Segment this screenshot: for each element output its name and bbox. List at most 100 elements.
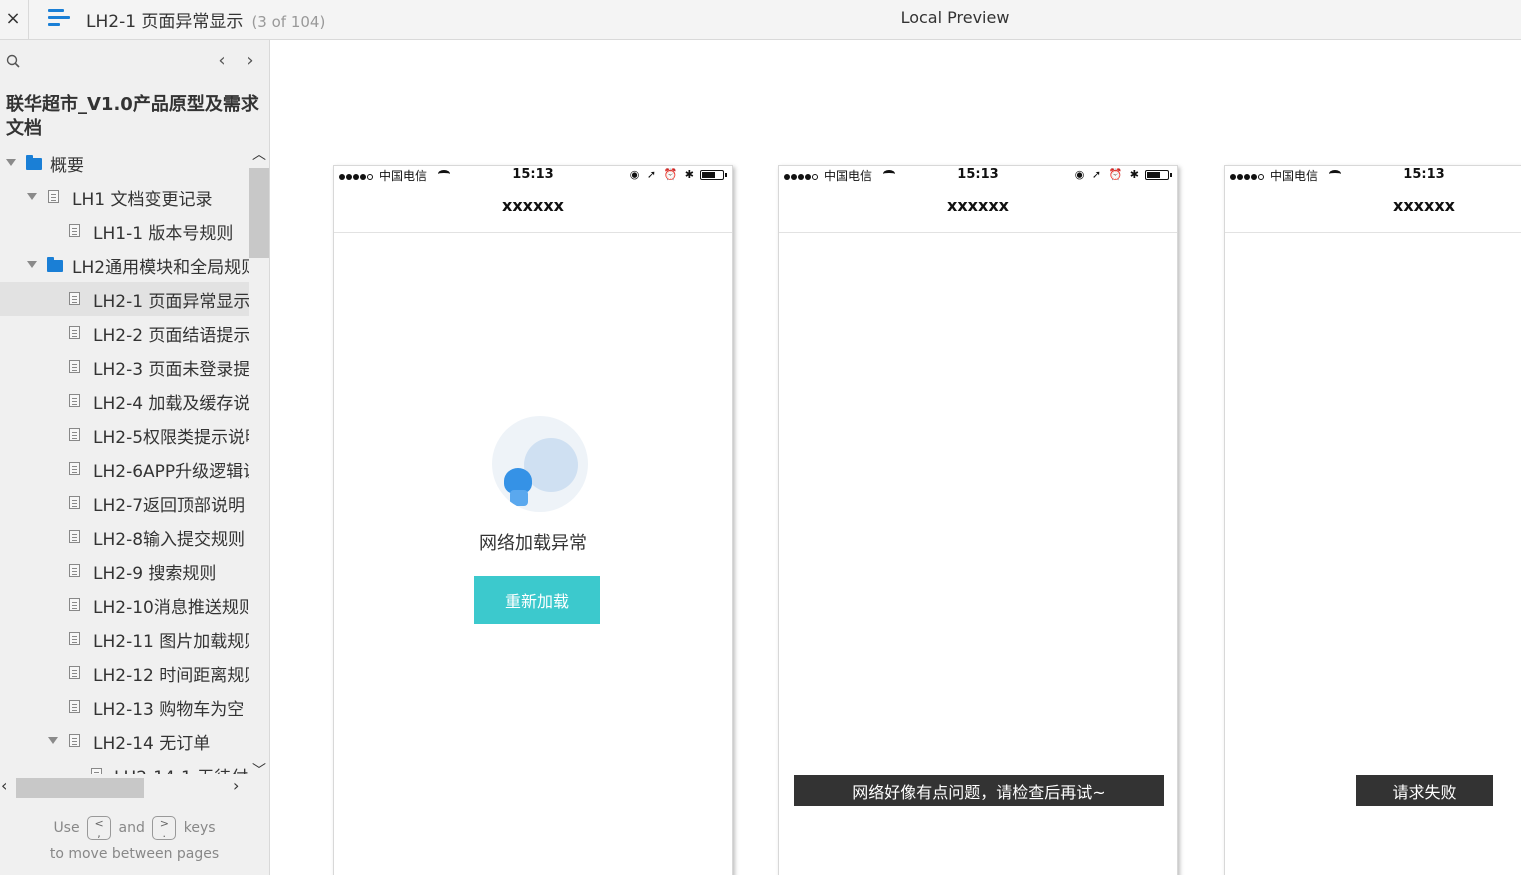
nav-title: xxxxxx — [502, 196, 564, 215]
status-icons: ◉ ➚ ⏰ ✱ — [629, 168, 696, 181]
status-bar: 中国电信 15:13 — [1225, 166, 1521, 184]
tree-item-label: LH2-4 加载及缓存说明 — [93, 394, 249, 414]
next-page-button[interactable]: › — [240, 50, 260, 72]
caret-down-icon[interactable] — [6, 159, 16, 166]
page-icon — [69, 292, 80, 305]
request-failed-toast: 请求失败 — [1356, 775, 1493, 806]
tree-item-lh2-10[interactable]: LH2-10消息推送规则 — [0, 588, 249, 622]
tree-item-lh2-1[interactable]: LH2-1 页面异常显示 — [0, 282, 249, 316]
previous-page-button[interactable]: ‹ — [212, 50, 232, 72]
tree-item-lh2-14-1[interactable]: LH2-14-1 无待付款 — [0, 758, 249, 774]
document-title-text: LH2-1 页面异常显示 — [86, 12, 244, 32]
tree-item-label: LH2-10消息推送规则 — [93, 598, 249, 618]
page-icon — [48, 190, 59, 203]
tree-item-lh1[interactable]: LH1 文档变更记录 — [0, 180, 249, 214]
nav-title: xxxxxx — [1393, 196, 1455, 215]
caret-down-icon[interactable] — [27, 261, 37, 268]
page-tree: 概要 LH1 文档变更记录 LH1-1 版本号规则 LH2通用模块和全局规则 L… — [0, 146, 249, 774]
sidebar: ‹ › 联华超市_V1.0产品原型及需求文档 概要 LH1 文档变更记录 LH1… — [0, 40, 270, 875]
scrollbar-thumb[interactable] — [249, 168, 269, 258]
tree-item-lh2-13[interactable]: LH2-13 购物车为空 — [0, 690, 249, 724]
tree-item-lh2-8[interactable]: LH2-8输入提交规则 — [0, 520, 249, 554]
topbar-divider — [28, 0, 29, 40]
tree-horizontal-scrollbar[interactable]: ‹ › — [0, 774, 249, 802]
tree-item-label: LH2-7返回顶部说明 — [93, 496, 246, 516]
tree-item-lh2-9[interactable]: LH2-9 搜索规则 — [0, 554, 249, 588]
caret-down-icon[interactable] — [27, 193, 37, 200]
tree-item-overview[interactable]: 概要 — [0, 146, 249, 180]
page-icon — [69, 326, 80, 339]
preview-canvas: 中国电信 15:13 ◉ ➚ ⏰ ✱ xxxxxx 网络加载异常 重新加载 中国… — [270, 40, 1521, 875]
hint-line2: to move between pages — [49, 846, 220, 862]
tree-item-label: LH1-1 版本号规则 — [93, 224, 234, 244]
tree-item-label: LH2-14 无订单 — [93, 734, 211, 754]
tree-item-label: LH2-9 搜索规则 — [93, 564, 217, 584]
scrollbar-thumb[interactable] — [16, 778, 144, 798]
document-title: LH2-1 页面异常显示 (3 of 104) — [86, 7, 325, 32]
page-icon — [69, 530, 80, 543]
hint-and: and — [118, 820, 145, 836]
tree-item-label: LH2-1 页面异常显示 — [93, 292, 249, 312]
prev-key-icon: <, — [87, 816, 112, 840]
page-icon — [69, 700, 80, 713]
hint-keys: keys — [183, 820, 216, 836]
nav-divider — [1225, 232, 1521, 233]
tree-item-lh2-11[interactable]: LH2-11 图片加载规则 — [0, 622, 249, 656]
tree-item-label: LH2-8输入提交规则 — [93, 530, 246, 550]
phone-mockup-network-toast: 中国电信 15:13 ◉ ➚ ⏰ ✱ xxxxxx 网络好像有点问题，请检查后再… — [778, 165, 1178, 875]
tree-item-label: LH2-14-1 无待付款 — [114, 763, 249, 774]
reload-button[interactable]: 重新加载 — [474, 576, 600, 624]
scroll-up-icon[interactable]: ︿ — [252, 148, 266, 162]
tree-item-lh2-12[interactable]: LH2-12 时间距离规则 — [0, 656, 249, 690]
tree-item-lh2-3[interactable]: LH2-3 页面未登录提示 — [0, 350, 249, 384]
battery-icon — [700, 170, 727, 180]
tree-item-lh1-1[interactable]: LH1-1 版本号规则 — [0, 214, 249, 248]
page-icon — [69, 428, 80, 441]
tree-item-lh2-14[interactable]: LH2-14 无订单 — [0, 724, 249, 758]
page-count: (3 of 104) — [251, 13, 326, 31]
status-bar: 中国电信 15:13 ◉ ➚ ⏰ ✱ — [779, 166, 1177, 184]
status-icons: ◉ ➚ ⏰ ✱ — [1074, 168, 1141, 181]
battery-icon — [1145, 170, 1172, 180]
tree-item-label: LH2-11 图片加载规则 — [93, 632, 249, 652]
tree-item-label: 概要 — [50, 156, 84, 176]
tree-item-lh2-4[interactable]: LH2-4 加载及缓存说明 — [0, 384, 249, 418]
tree-item-label: LH2-13 购物车为空 — [93, 700, 245, 720]
page-icon — [69, 462, 80, 475]
tree-item-lh2[interactable]: LH2通用模块和全局规则 — [0, 248, 249, 282]
scroll-left-icon[interactable]: ‹ — [1, 776, 7, 795]
phone-mockup-network-error: 中国电信 15:13 ◉ ➚ ⏰ ✱ xxxxxx 网络加载异常 重新加载 — [333, 165, 733, 875]
folder-icon — [47, 257, 63, 272]
nav-divider — [779, 232, 1177, 233]
close-icon[interactable]: × — [0, 0, 26, 36]
tree-item-label: LH2-3 页面未登录提示 — [93, 360, 249, 380]
tree-item-lh2-7[interactable]: LH2-7返回顶部说明 — [0, 486, 249, 520]
tree-item-lh2-2[interactable]: LH2-2 页面结语提示 — [0, 316, 249, 350]
menu-icon[interactable] — [48, 8, 70, 28]
caret-down-icon[interactable] — [48, 737, 58, 744]
keyboard-hint: Use <, and >. keys to move between pages — [0, 815, 269, 867]
tree-item-lh2-6[interactable]: LH2-6APP升级逻辑说明 — [0, 452, 249, 486]
tree-item-label: LH1 文档变更记录 — [72, 190, 213, 210]
scroll-down-icon[interactable]: ﹀ — [252, 764, 266, 778]
project-title: 联华超市_V1.0产品原型及需求文档 — [6, 94, 259, 139]
page-icon — [69, 598, 80, 611]
scroll-right-icon[interactable]: › — [233, 776, 239, 795]
tree-item-label: LH2通用模块和全局规则 — [72, 258, 249, 278]
page-icon — [69, 360, 80, 373]
tree-item-label: LH2-6APP升级逻辑说明 — [93, 462, 249, 482]
page-icon — [69, 496, 80, 509]
page-icon — [69, 734, 80, 747]
page-icon — [69, 632, 80, 645]
tree-vertical-scrollbar[interactable]: ︿ ﹀ — [249, 146, 269, 778]
network-error-illustration — [492, 416, 588, 512]
tree-item-label: LH2-2 页面结语提示 — [93, 326, 249, 346]
error-message: 网络加载异常 — [479, 533, 587, 554]
tree-item-lh2-5[interactable]: LH2-5权限类提示说明 — [0, 418, 249, 452]
tree-item-label: LH2-12 时间距离规则 — [93, 666, 249, 686]
status-time: 15:13 — [1403, 167, 1445, 182]
page-icon — [69, 666, 80, 679]
preview-label: Local Preview — [900, 8, 1010, 27]
nav-divider — [334, 232, 732, 233]
search-icon[interactable] — [6, 54, 22, 70]
